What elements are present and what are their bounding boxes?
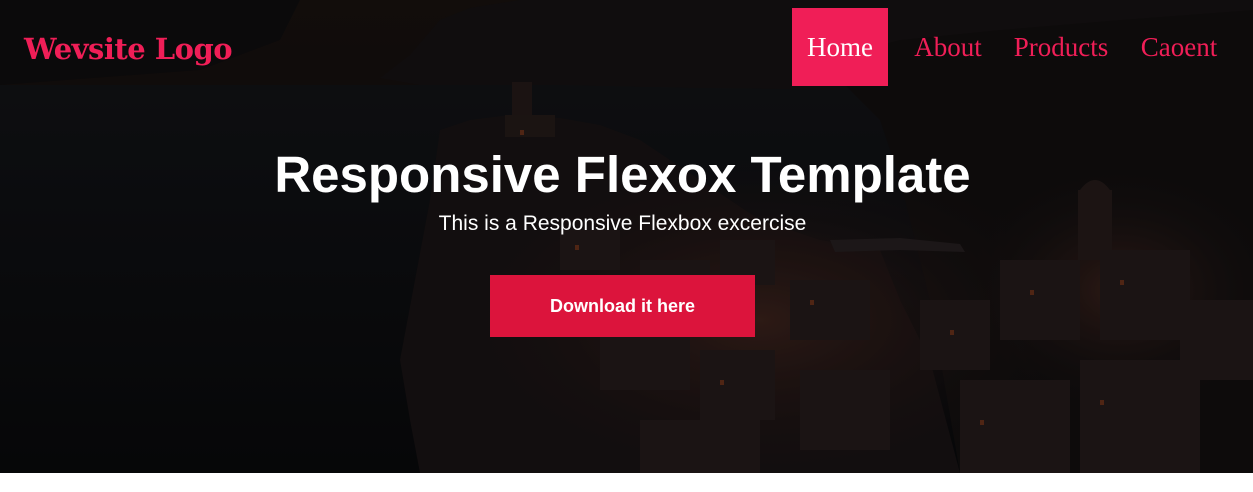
- main-nav: Home About Products Caoent: [792, 8, 1253, 86]
- hero-subtitle: This is a Responsive Flexbox excercise: [438, 212, 807, 235]
- nav-item-contact[interactable]: Caoent: [1136, 8, 1222, 86]
- hero-title: Responsive Flexox Template: [274, 146, 971, 203]
- nav-item-about[interactable]: About: [910, 8, 986, 86]
- download-button[interactable]: Download it here: [490, 275, 755, 337]
- nav-item-home[interactable]: Home: [792, 8, 888, 86]
- nav-item-products[interactable]: Products: [1008, 8, 1114, 86]
- hero-section: Wevsite Logo Home About Products Caoent …: [0, 0, 1253, 473]
- site-logo[interactable]: Wevsite Logo: [24, 29, 233, 69]
